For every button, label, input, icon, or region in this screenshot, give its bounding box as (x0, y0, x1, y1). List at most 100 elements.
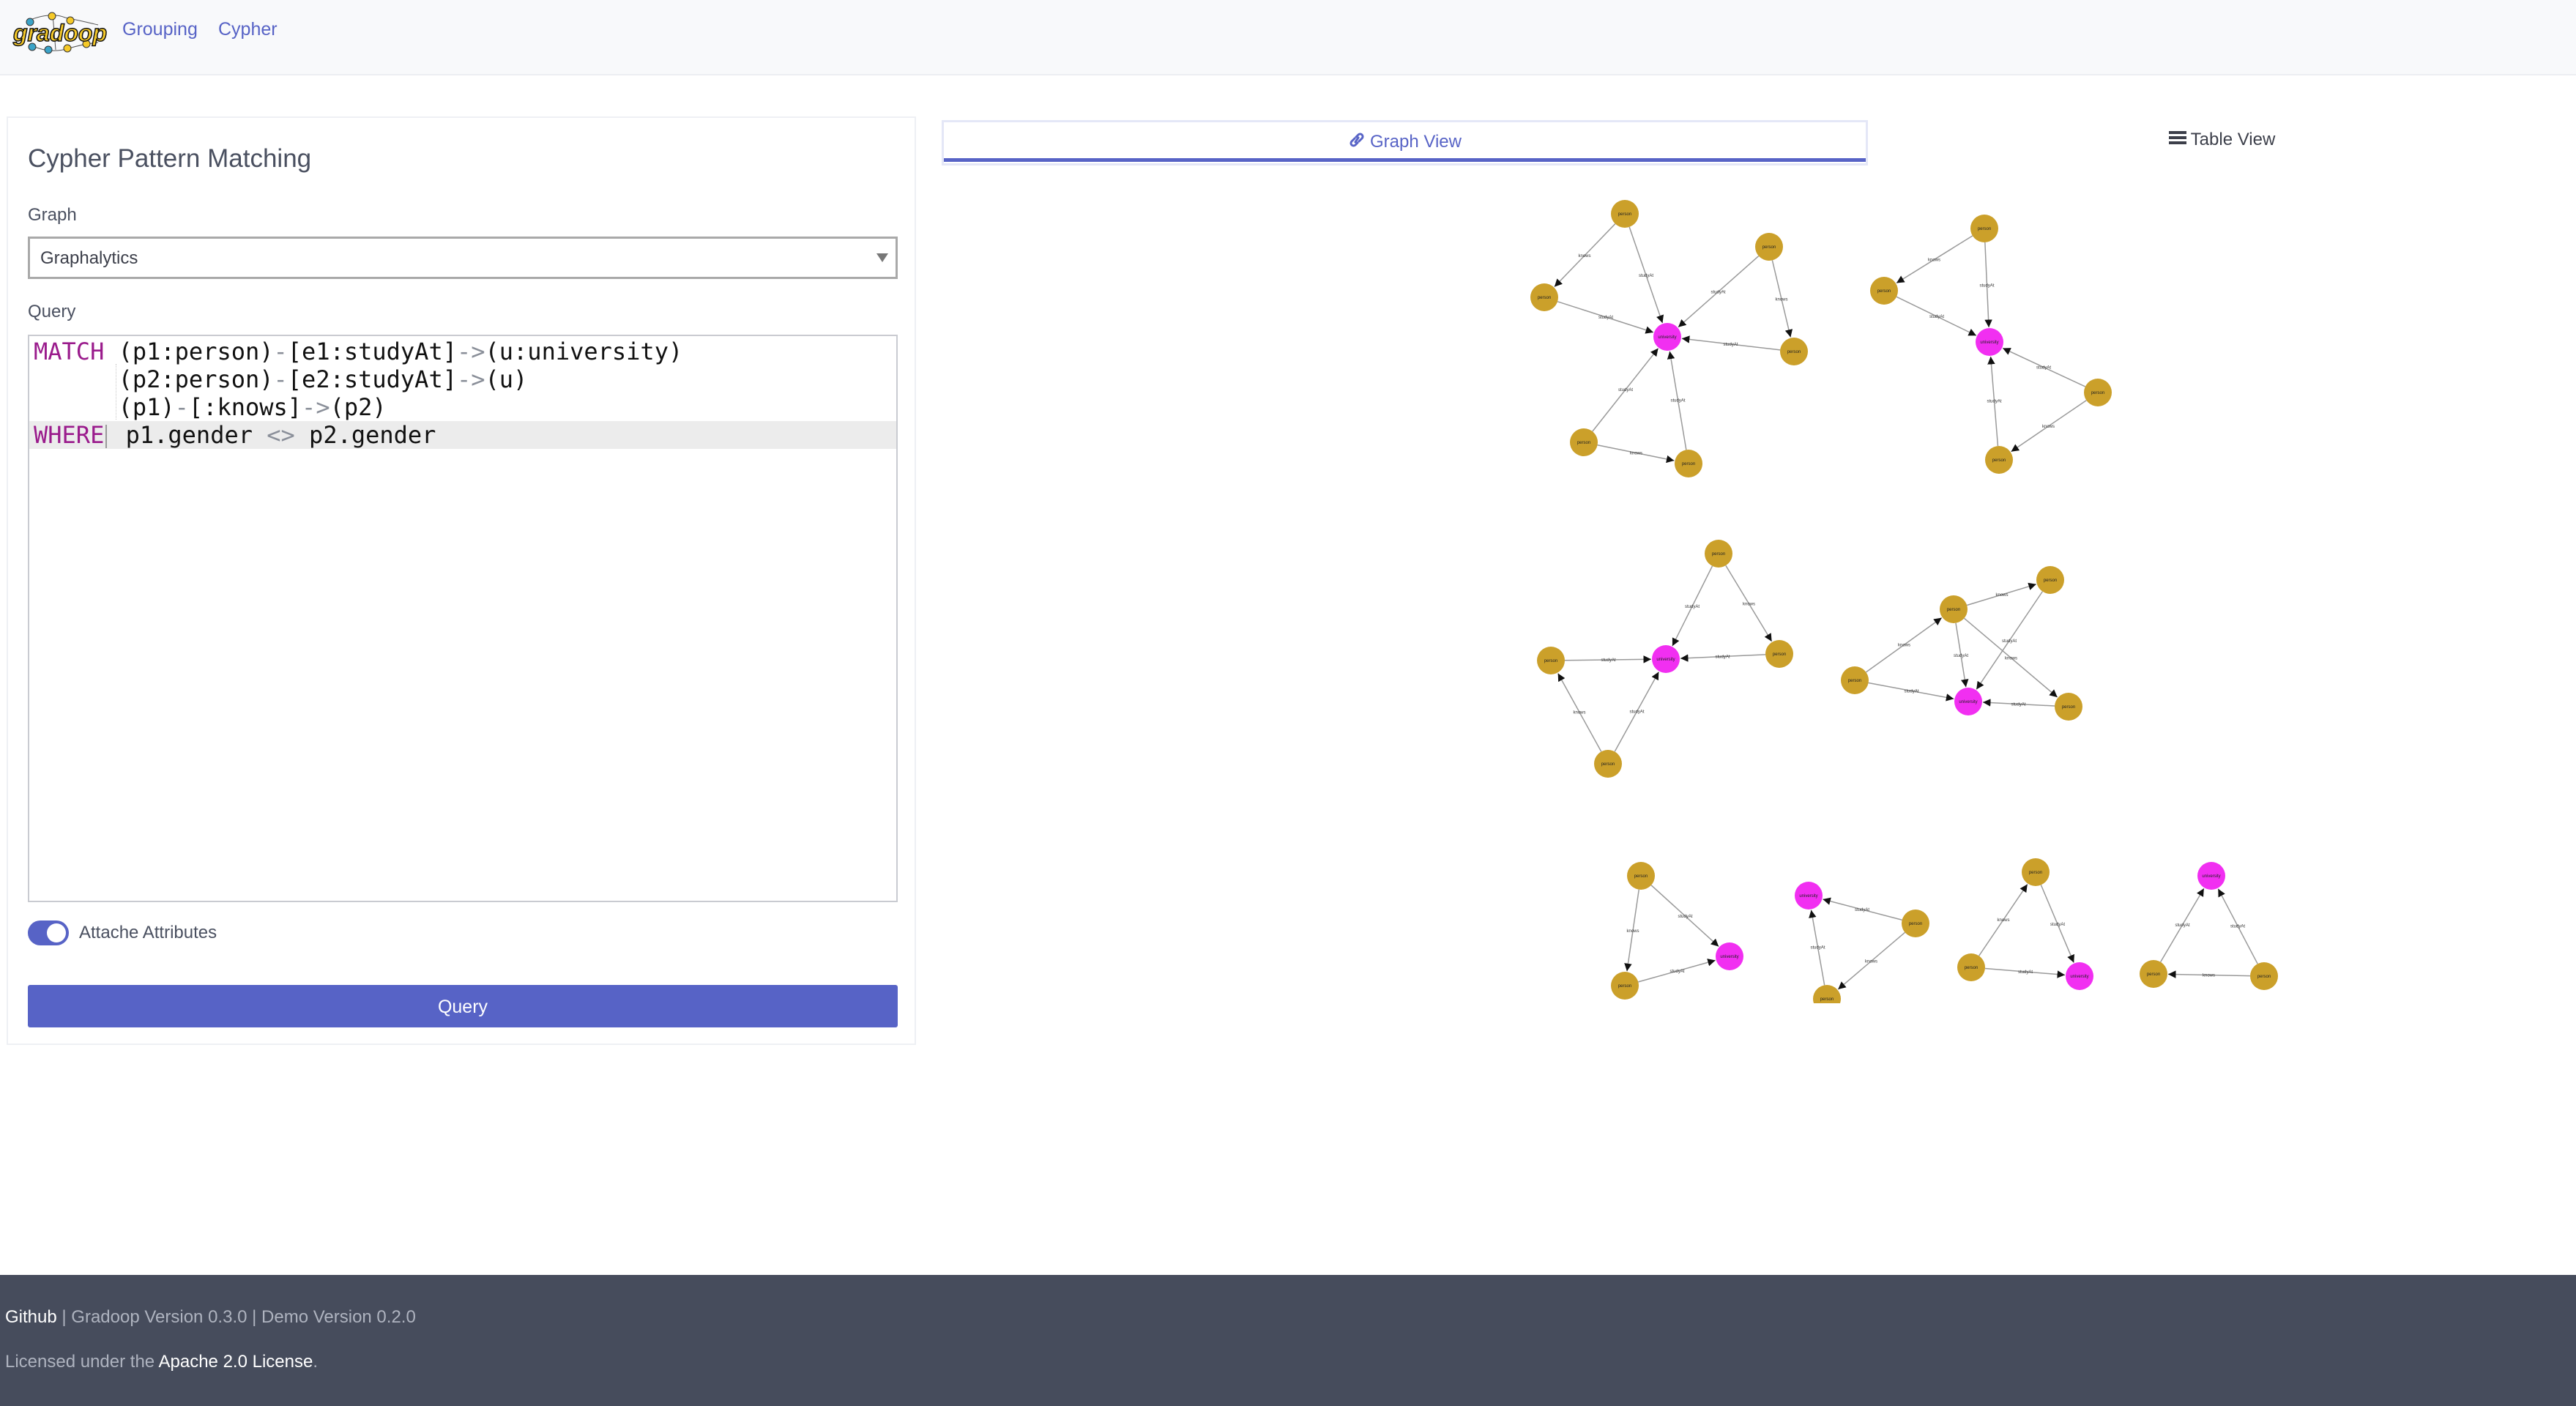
node-label: university (1658, 335, 1676, 340)
logo-text: gradoop (12, 20, 107, 46)
edge-label: studyAt (1598, 316, 1613, 320)
gradoop-logo-icon: gradoop (12, 12, 108, 54)
node-label: person (1773, 652, 1786, 657)
node-label: person (1848, 679, 1861, 683)
graph-canvas[interactable]: studyAt studyAt studyAt studyAt studyAt study… (942, 176, 2576, 1003)
node-label: person (1577, 441, 1590, 445)
edge-label: studyAt (1669, 970, 1684, 974)
edge-label: knows (1630, 452, 1642, 456)
code-text: p1.gender <> p2.gender (111, 421, 436, 449)
edge-label: knows (1865, 960, 1877, 964)
attach-attributes-label: Attache Attributes (79, 923, 217, 942)
node-label: university (2070, 975, 2088, 979)
graph-svg: studyAt studyAt studyAt studyAt studyAt study… (1530, 200, 2278, 1003)
node-label: person (2062, 705, 2075, 710)
query-button[interactable]: Query (28, 985, 898, 1027)
edge-label: studyAt (2018, 970, 2033, 975)
footer-license-line: Licensed under the Apache 2.0 License. (5, 1352, 318, 1372)
edge-label: knows (1743, 603, 1755, 607)
node-label: person (1618, 212, 1631, 217)
code-text: (p1)-[:knows]->(p2) (34, 393, 387, 421)
edge-label: knows (1997, 918, 2009, 923)
edge-label: studyAt (1855, 908, 1869, 912)
nav-link-grouping[interactable]: Grouping (122, 19, 198, 40)
edge-label: studyAt (1954, 654, 1968, 658)
edge-label: studyAt (2175, 923, 2189, 928)
graph-select-value: Graphalytics (40, 248, 138, 268)
code-text: (p2:person)-[e2:studyAt]->(u) (34, 365, 528, 393)
edge-label: studyAt (1678, 915, 1692, 919)
card-title: Cypher Pattern Matching (28, 144, 312, 173)
node-label: person (1538, 296, 1551, 300)
result-graph: studyAt studyAt studyAt studyAt knows knows kn… (1841, 566, 2082, 721)
node-label: university (1799, 894, 1817, 899)
node-label: person (1965, 966, 1978, 970)
node-label: person (2044, 579, 2057, 583)
edge-label: knows (1626, 929, 1639, 934)
apache-license-link[interactable]: Apache 2.0 License (159, 1352, 313, 1372)
edge-label: knows (2042, 425, 2055, 429)
edge-label: studyAt (1904, 690, 1918, 694)
node-label: person (1634, 874, 1648, 879)
node-label: person (1978, 227, 1991, 231)
code-line-2: (p2:person)-[e2:studyAt]->(u) (29, 365, 896, 393)
code-line-3: (p1)-[:knows]->(p2) (29, 393, 896, 421)
edge-label: studyAt (2002, 639, 2017, 644)
link-icon (1348, 132, 1366, 153)
code-line-1: MATCH (p1:person)-[e1:studyAt]->(u:unive… (29, 338, 896, 365)
node-label: person (1820, 997, 1834, 1002)
result-graph: studyAt studyAt knows university person perso… (1795, 882, 1929, 1003)
query-editor[interactable]: MATCH (p1:person)-[e1:studyAt]->(u:unive… (28, 335, 898, 902)
gradoop-logo[interactable]: gradoop (10, 10, 113, 54)
tab-graph-view-label: Graph View (1370, 132, 1462, 152)
edge-label: knows (1775, 298, 1787, 302)
node-label: person (1762, 245, 1776, 250)
code-text: (p1:person)-[e1:studyAt]->(u:university) (104, 338, 683, 365)
github-link[interactable]: Github (5, 1307, 57, 1327)
attach-attributes-toggle[interactable] (28, 920, 69, 945)
edge-label: studyAt (1618, 388, 1633, 393)
tab-table-view[interactable]: Table View (1868, 120, 2576, 165)
code-keyword: MATCH (34, 338, 105, 365)
edge-label: knows (2005, 657, 2017, 661)
edge-label: knows (1898, 644, 1910, 648)
query-card: Cypher Pattern Matching Graph Graphalyti… (7, 116, 916, 1045)
edge-label: studyAt (1710, 291, 1725, 295)
edge-label: studyAt (1929, 315, 1944, 319)
nav-link-cypher[interactable]: Cypher (218, 19, 278, 40)
node-label: university (1980, 341, 1998, 345)
result-graph: studyAt studyAt knows person person universit… (1957, 858, 2093, 990)
edge-label: studyAt (1979, 284, 1994, 289)
node-label: person (1787, 350, 1801, 354)
edge-label: knows (1578, 254, 1590, 258)
node-label: person (1992, 458, 2006, 463)
node-label: person (1618, 984, 1631, 989)
result-graph: studyAt studyAt studyAt studyAt studyAt study… (1530, 200, 1808, 477)
edge-label: studyAt (1987, 400, 2001, 404)
node-label: university (1656, 658, 1675, 662)
edge-label: studyAt (1629, 710, 1644, 715)
edge-label: studyAt (1715, 655, 1730, 660)
edge-label: studyAt (2230, 925, 2245, 929)
code-line-4: WHERE p1.gender <> p2.gender (29, 421, 896, 449)
code-operator: - (174, 393, 189, 421)
edge-label: studyAt (1810, 946, 1825, 951)
edge-label: studyAt (1670, 399, 1685, 403)
edge-label: studyAt (1685, 605, 1700, 609)
node-label: person (1712, 552, 1725, 557)
code-operator: -> (302, 393, 330, 421)
node-label: person (2257, 975, 2271, 979)
edge-label: studyAt (1601, 658, 1615, 663)
edge-label: knows (1573, 711, 1585, 715)
navbar: gradoop Grouping Cypher (0, 0, 2576, 75)
version-text: | Gradoop Version 0.3.0 | Demo Version 0… (56, 1307, 416, 1327)
node-label: person (2147, 972, 2160, 977)
footer-versions-line: Github | Gradoop Version 0.3.0 | Demo Ve… (5, 1307, 416, 1328)
node-label: university (2202, 874, 2220, 879)
code-keyword: WHERE (34, 421, 105, 449)
graph-select[interactable]: Graphalytics (28, 237, 898, 279)
code-operator: - (273, 365, 288, 393)
node-label: person (2091, 391, 2104, 395)
tab-table-view-content: Table View (1868, 130, 2576, 151)
tab-graph-view[interactable]: Graph View (942, 120, 1868, 165)
